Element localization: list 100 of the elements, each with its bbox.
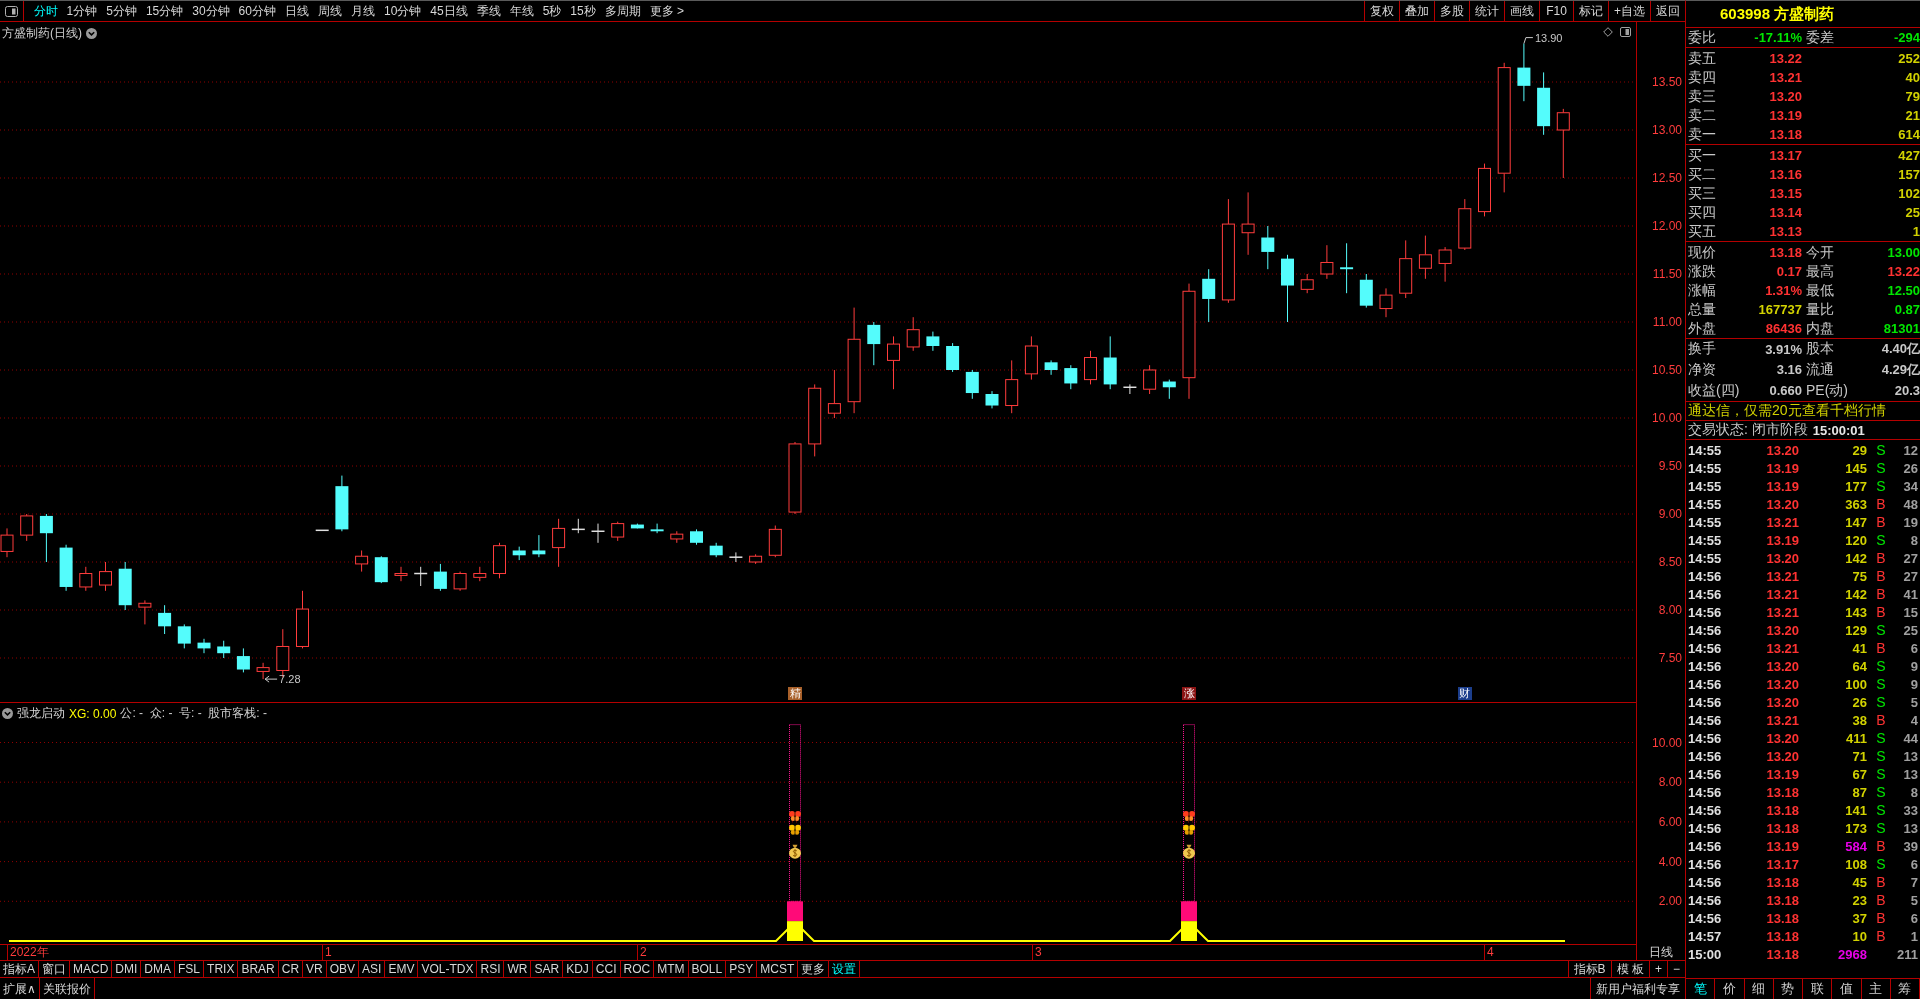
trade-price: 13.21 [1765,586,1799,602]
quote-label: 涨跌 [1688,262,1716,281]
bottom-button[interactable]: 关联报价 [39,978,95,999]
trade-time: 15:00 [1688,946,1723,962]
period-tab[interactable]: 季线 [472,1,506,21]
period-tab[interactable]: 分时 [29,1,62,21]
trade-count: 4 [1909,712,1918,728]
indicator-tab[interactable]: ROC [620,961,655,977]
panel-tab[interactable]: 筹 [1890,979,1920,999]
trade-side: B [1875,586,1887,602]
indicator-tab[interactable]: VR [303,961,327,977]
trade-price: 13.21 [1765,712,1799,728]
trade-time: 14:56 [1688,568,1723,584]
trade-volume: 147 [1844,514,1867,530]
ask-price: 13.22 [1769,51,1802,66]
indicator-tab[interactable]: 设置 [829,961,861,977]
trade-side: S [1875,820,1887,836]
period-tab[interactable]: 年线 [505,1,539,21]
period-tab[interactable]: 15分钟 [141,1,188,21]
indicator-tab[interactable]: KDJ [563,961,593,977]
quote-value: 13.00 [1887,245,1920,260]
indicator-tab[interactable]: SAR [531,961,564,977]
axis-label: 9.00 [1658,507,1682,521]
period-tab[interactable]: 30分钟 [187,1,235,21]
trade-price: 13.21 [1765,640,1799,656]
trade-volume: 23 [1851,892,1867,908]
panel-tab[interactable]: 价 [1715,979,1745,999]
quote-label: 委差 [1806,28,1834,47]
indicator-tab[interactable]: DMA [141,961,176,977]
template-button[interactable]: + [1648,961,1667,977]
quote-label: 量比 [1806,300,1834,319]
indicator-tab[interactable]: PSY [726,961,758,977]
indicator-tab[interactable]: MTM [654,961,689,977]
period-tab[interactable]: 10分钟 [379,1,426,21]
quote-label: 买五 [1688,222,1716,241]
trade-status: 交易状态: 闭市阶段 [1688,421,1808,439]
quote-value: 4.40亿 [1881,340,1920,359]
toolbar-button[interactable]: 标记 [1573,1,1608,21]
promo-link[interactable]: 新用户福利专享 [1590,978,1685,999]
trade-price: 13.20 [1765,694,1799,710]
toolbar-button[interactable]: 统计 [1469,1,1504,21]
trade-count: 27 [1902,550,1918,566]
period-tab[interactable]: 日线 [280,1,314,21]
indicator-tab[interactable]: 指标A [0,961,39,977]
toolbar-button[interactable]: 叠加 [1399,1,1434,21]
toolbar-button[interactable]: 画线 [1504,1,1539,21]
panel-tab[interactable]: 势 [1773,979,1803,999]
template-button[interactable]: 模 板 [1610,961,1649,977]
indicator-tab[interactable]: RSI [477,961,505,977]
indicator-tab[interactable]: WR [504,961,532,977]
trade-time: 14:56 [1688,658,1723,674]
period-tab[interactable]: 1分钟 [62,1,102,21]
toolbar-button[interactable]: +自选 [1608,1,1650,21]
trade-count: 15 [1902,604,1918,620]
indicator-tab[interactable]: OBV [326,961,360,977]
indicator-tab[interactable]: 窗口 [39,961,70,977]
indicator-tab[interactable]: FSL [175,961,205,977]
period-tab[interactable]: 月线 [346,1,380,21]
indicator-tab[interactable]: CR [278,961,304,977]
toolbar-button[interactable]: 返回 [1650,1,1685,21]
trade-price: 13.19 [1765,766,1799,782]
panel-tab[interactable]: 细 [1744,979,1774,999]
toolbar-button[interactable]: 多股 [1434,1,1469,21]
indicator-tab[interactable]: CCI [592,961,621,977]
indicator-tab[interactable]: MCST [757,961,799,977]
indicator-tab[interactable]: MACD [70,961,113,977]
period-tab[interactable]: 45日线 [425,1,473,21]
indicator-tab[interactable]: TRIX [204,961,239,977]
period-tab[interactable]: 15秒 [565,1,601,21]
panel-layout-icon[interactable] [5,5,18,17]
bottom-button[interactable]: 扩展∧ [0,978,40,999]
trade-side: B [1875,640,1887,656]
indicator-tab[interactable]: EMV [385,961,419,977]
toolbar-button[interactable]: F10 [1539,1,1573,21]
indicator-tab[interactable]: ASI [359,961,386,977]
trade-time: 14:57 [1688,928,1723,944]
period-tab[interactable]: 5分钟 [101,1,142,21]
toolbar-button[interactable]: 复权 [1364,1,1399,21]
indicator-tab[interactable]: 更多 [798,961,830,977]
indicator-tab[interactable]: VOL-TDX [418,961,478,977]
indicator-tab[interactable]: BRAR [238,961,279,977]
panel-tab[interactable]: 值 [1832,979,1862,999]
period-tab[interactable]: 60分钟 [234,1,281,21]
trade-price: 13.19 [1765,460,1799,476]
indicator-tab[interactable]: DMI [112,961,142,977]
ask-volume: 21 [1904,108,1920,123]
trade-count: 48 [1902,496,1918,512]
period-tab[interactable]: 更多 > [645,1,689,21]
template-button[interactable]: 指标B [1567,961,1611,977]
axis-label: 8.00 [1658,775,1682,790]
quote-label: 总量 [1688,300,1716,319]
panel-tab[interactable]: 笔 [1686,979,1716,999]
period-tab[interactable]: 多周期 [600,1,646,21]
trade-price: 13.18 [1765,784,1799,800]
period-tab[interactable]: 周线 [313,1,347,21]
indicator-tab[interactable]: BOLL [688,961,727,977]
period-tab[interactable]: 5秒 [538,1,566,21]
template-button[interactable]: − [1667,961,1685,977]
panel-tab[interactable]: 主 [1861,979,1891,999]
panel-tab[interactable]: 联 [1803,979,1833,999]
